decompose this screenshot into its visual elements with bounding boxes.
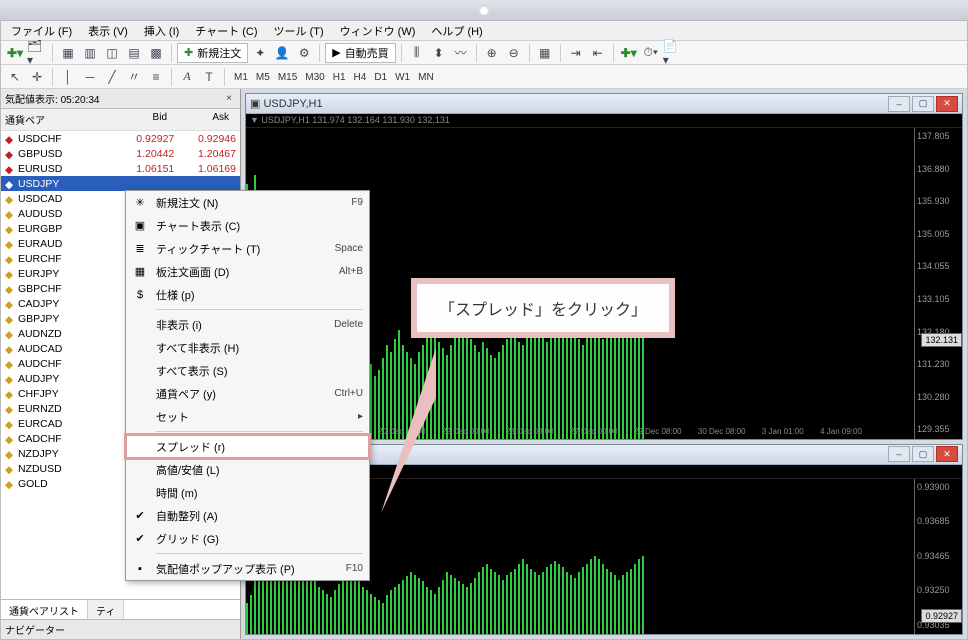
close-icon[interactable]: ✕: [936, 446, 958, 462]
chart-icon: ▣: [250, 98, 260, 110]
nav-panel-icon[interactable]: ▥: [80, 43, 100, 63]
navigator-title: ナビゲーター: [1, 619, 240, 639]
zoom-in-icon[interactable]: ⊕: [482, 43, 502, 63]
new-order-button[interactable]: ✚新規注文: [177, 43, 248, 63]
menu-item[interactable]: 通貨ペア (y)Ctrl+U: [126, 382, 369, 405]
menu-item[interactable]: ファイル (F): [5, 21, 78, 41]
line-chart-icon[interactable]: 〰: [451, 43, 471, 63]
column-symbol[interactable]: 通貨ペア: [1, 109, 109, 130]
menu-item[interactable]: 非表示 (i)Delete: [126, 313, 369, 336]
menu-item[interactable]: ウィンドウ (W): [334, 21, 422, 41]
menu-item[interactable]: ヘルプ (H): [425, 21, 488, 41]
column-ask[interactable]: Ask: [171, 109, 233, 130]
toolbar-1: ✚▾ 🗂▾ ▦ ▥ ◫ ▤ ▩ ✚新規注文 ✦ 👤 ⚙ ▶自動売買 ⫼ ⬍ 〰 …: [1, 41, 967, 65]
menu-item[interactable]: ▦板注文画面 (D)Alt+B: [126, 260, 369, 283]
menu-item[interactable]: $仕様 (p): [126, 283, 369, 306]
chart-title: USDJPY,H1: [263, 98, 322, 110]
minimize-icon[interactable]: –: [888, 96, 910, 112]
timeframe-m5[interactable]: M5: [252, 72, 274, 83]
price-tag: 132.131: [921, 333, 962, 347]
menu-item[interactable]: ✔自動整列 (A): [126, 504, 369, 527]
trendline-icon[interactable]: ╱: [102, 67, 122, 87]
periods-icon[interactable]: ⏱▾: [641, 43, 661, 63]
tb-icon[interactable]: ▤: [124, 43, 144, 63]
menu-item[interactable]: ≣ティックチャート (T)Space: [126, 237, 369, 260]
menubar: ファイル (F)表示 (V)挿入 (I)チャート (C)ツール (T)ウィンドウ…: [1, 21, 967, 41]
hline-icon[interactable]: ─: [80, 67, 100, 87]
close-icon[interactable]: ✕: [936, 96, 958, 112]
symbol-row[interactable]: ◆EURUSD1.061511.06169: [1, 161, 240, 176]
templates-icon[interactable]: 📄▾: [663, 43, 683, 63]
tb-icon[interactable]: ◫: [102, 43, 122, 63]
menu-item[interactable]: ▪気配値ポップアップ表示 (P)F10: [126, 557, 369, 580]
minimize-icon[interactable]: –: [888, 446, 910, 462]
mw-panel-icon[interactable]: ▦: [58, 43, 78, 63]
menu-item[interactable]: ✳新規注文 (N)F9: [126, 191, 369, 214]
menu-item[interactable]: すべて非表示 (H): [126, 336, 369, 359]
auto-trade-button[interactable]: ▶自動売買: [325, 43, 395, 63]
menu-item[interactable]: セット▸: [126, 405, 369, 428]
chart-subtitle: ▼ USDJPY,H1 131.974 132.164 131.930 132.…: [246, 114, 962, 128]
shift-icon[interactable]: ⇥: [566, 43, 586, 63]
menu-item[interactable]: チャート (C): [189, 21, 263, 41]
menu-item[interactable]: 高値/安値 (L): [126, 458, 369, 481]
tb-icon[interactable]: ▩: [146, 43, 166, 63]
context-menu: ✳新規注文 (N)F9▣チャート表示 (C)≣ティックチャート (T)Space…: [125, 190, 370, 581]
zoom-out-icon[interactable]: ⊖: [504, 43, 524, 63]
scroll-icon[interactable]: ⇤: [588, 43, 608, 63]
crosshair-icon[interactable]: ✛: [27, 67, 47, 87]
arrange-icon[interactable]: ▦: [535, 43, 555, 63]
tab-symbol-list[interactable]: 通貨ペアリスト: [1, 600, 88, 619]
timeframe-m1[interactable]: M1: [230, 72, 252, 83]
timeframe-h1[interactable]: H1: [329, 72, 350, 83]
channel-icon[interactable]: 〃: [124, 67, 144, 87]
close-icon[interactable]: ×: [222, 93, 236, 104]
options-icon[interactable]: ⚙: [294, 43, 314, 63]
market-watch-tabs: 通貨ペアリスト ティ: [1, 599, 240, 619]
price-tag: 0.92927: [921, 609, 962, 623]
candle-icon[interactable]: ⬍: [429, 43, 449, 63]
signals-icon[interactable]: 👤: [272, 43, 292, 63]
menu-item[interactable]: ▣チャート表示 (C): [126, 214, 369, 237]
maximize-icon[interactable]: ▢: [912, 96, 934, 112]
symbol-row[interactable]: ◆USDCHF0.929270.92946: [1, 131, 240, 146]
menu-item[interactable]: ✔グリッド (G): [126, 527, 369, 550]
timeframe-w1[interactable]: W1: [391, 72, 414, 83]
symbol-row[interactable]: ◆USDJPY: [1, 176, 240, 191]
menu-item[interactable]: 時間 (m): [126, 481, 369, 504]
annotation-callout: 「スプレッド」をクリック」: [411, 278, 675, 338]
menu-item[interactable]: スプレッド (r): [126, 435, 369, 458]
column-bid[interactable]: Bid: [109, 109, 171, 130]
vline-icon[interactable]: │: [58, 67, 78, 87]
market-watch-title: 気配値表示: 05:20:34 ×: [1, 89, 240, 109]
menu-item[interactable]: 挿入 (I): [138, 21, 185, 41]
tab-tick[interactable]: ティ: [88, 600, 124, 619]
bar-chart-icon[interactable]: ⫼: [407, 43, 427, 63]
new-chart-icon[interactable]: ✚▾: [5, 43, 25, 63]
timeframe-d1[interactable]: D1: [370, 72, 391, 83]
menu-item[interactable]: ツール (T): [268, 21, 330, 41]
timeframe-h4[interactable]: H4: [350, 72, 371, 83]
menu-item[interactable]: 表示 (V): [82, 21, 134, 41]
menu-item[interactable]: すべて表示 (S): [126, 359, 369, 382]
cursor-icon[interactable]: ↖: [5, 67, 25, 87]
label-icon[interactable]: T: [199, 67, 219, 87]
timeframe-m30[interactable]: M30: [301, 72, 328, 83]
fib-icon[interactable]: ≡: [146, 67, 166, 87]
indicators-icon[interactable]: ✚▾: [619, 43, 639, 63]
meta-icon[interactable]: ✦: [250, 43, 270, 63]
timeframe-m15[interactable]: M15: [274, 72, 301, 83]
text-icon[interactable]: A: [177, 67, 197, 87]
maximize-icon[interactable]: ▢: [912, 446, 934, 462]
timeframe-mn[interactable]: MN: [414, 72, 438, 83]
toolbar-2: ↖ ✛ │ ─ ╱ 〃 ≡ A T M1M5M15M30H1H4D1W1MN: [1, 65, 967, 89]
profiles-icon[interactable]: 🗂▾: [27, 43, 47, 63]
symbol-row[interactable]: ◆GBPUSD1.204421.20467: [1, 146, 240, 161]
